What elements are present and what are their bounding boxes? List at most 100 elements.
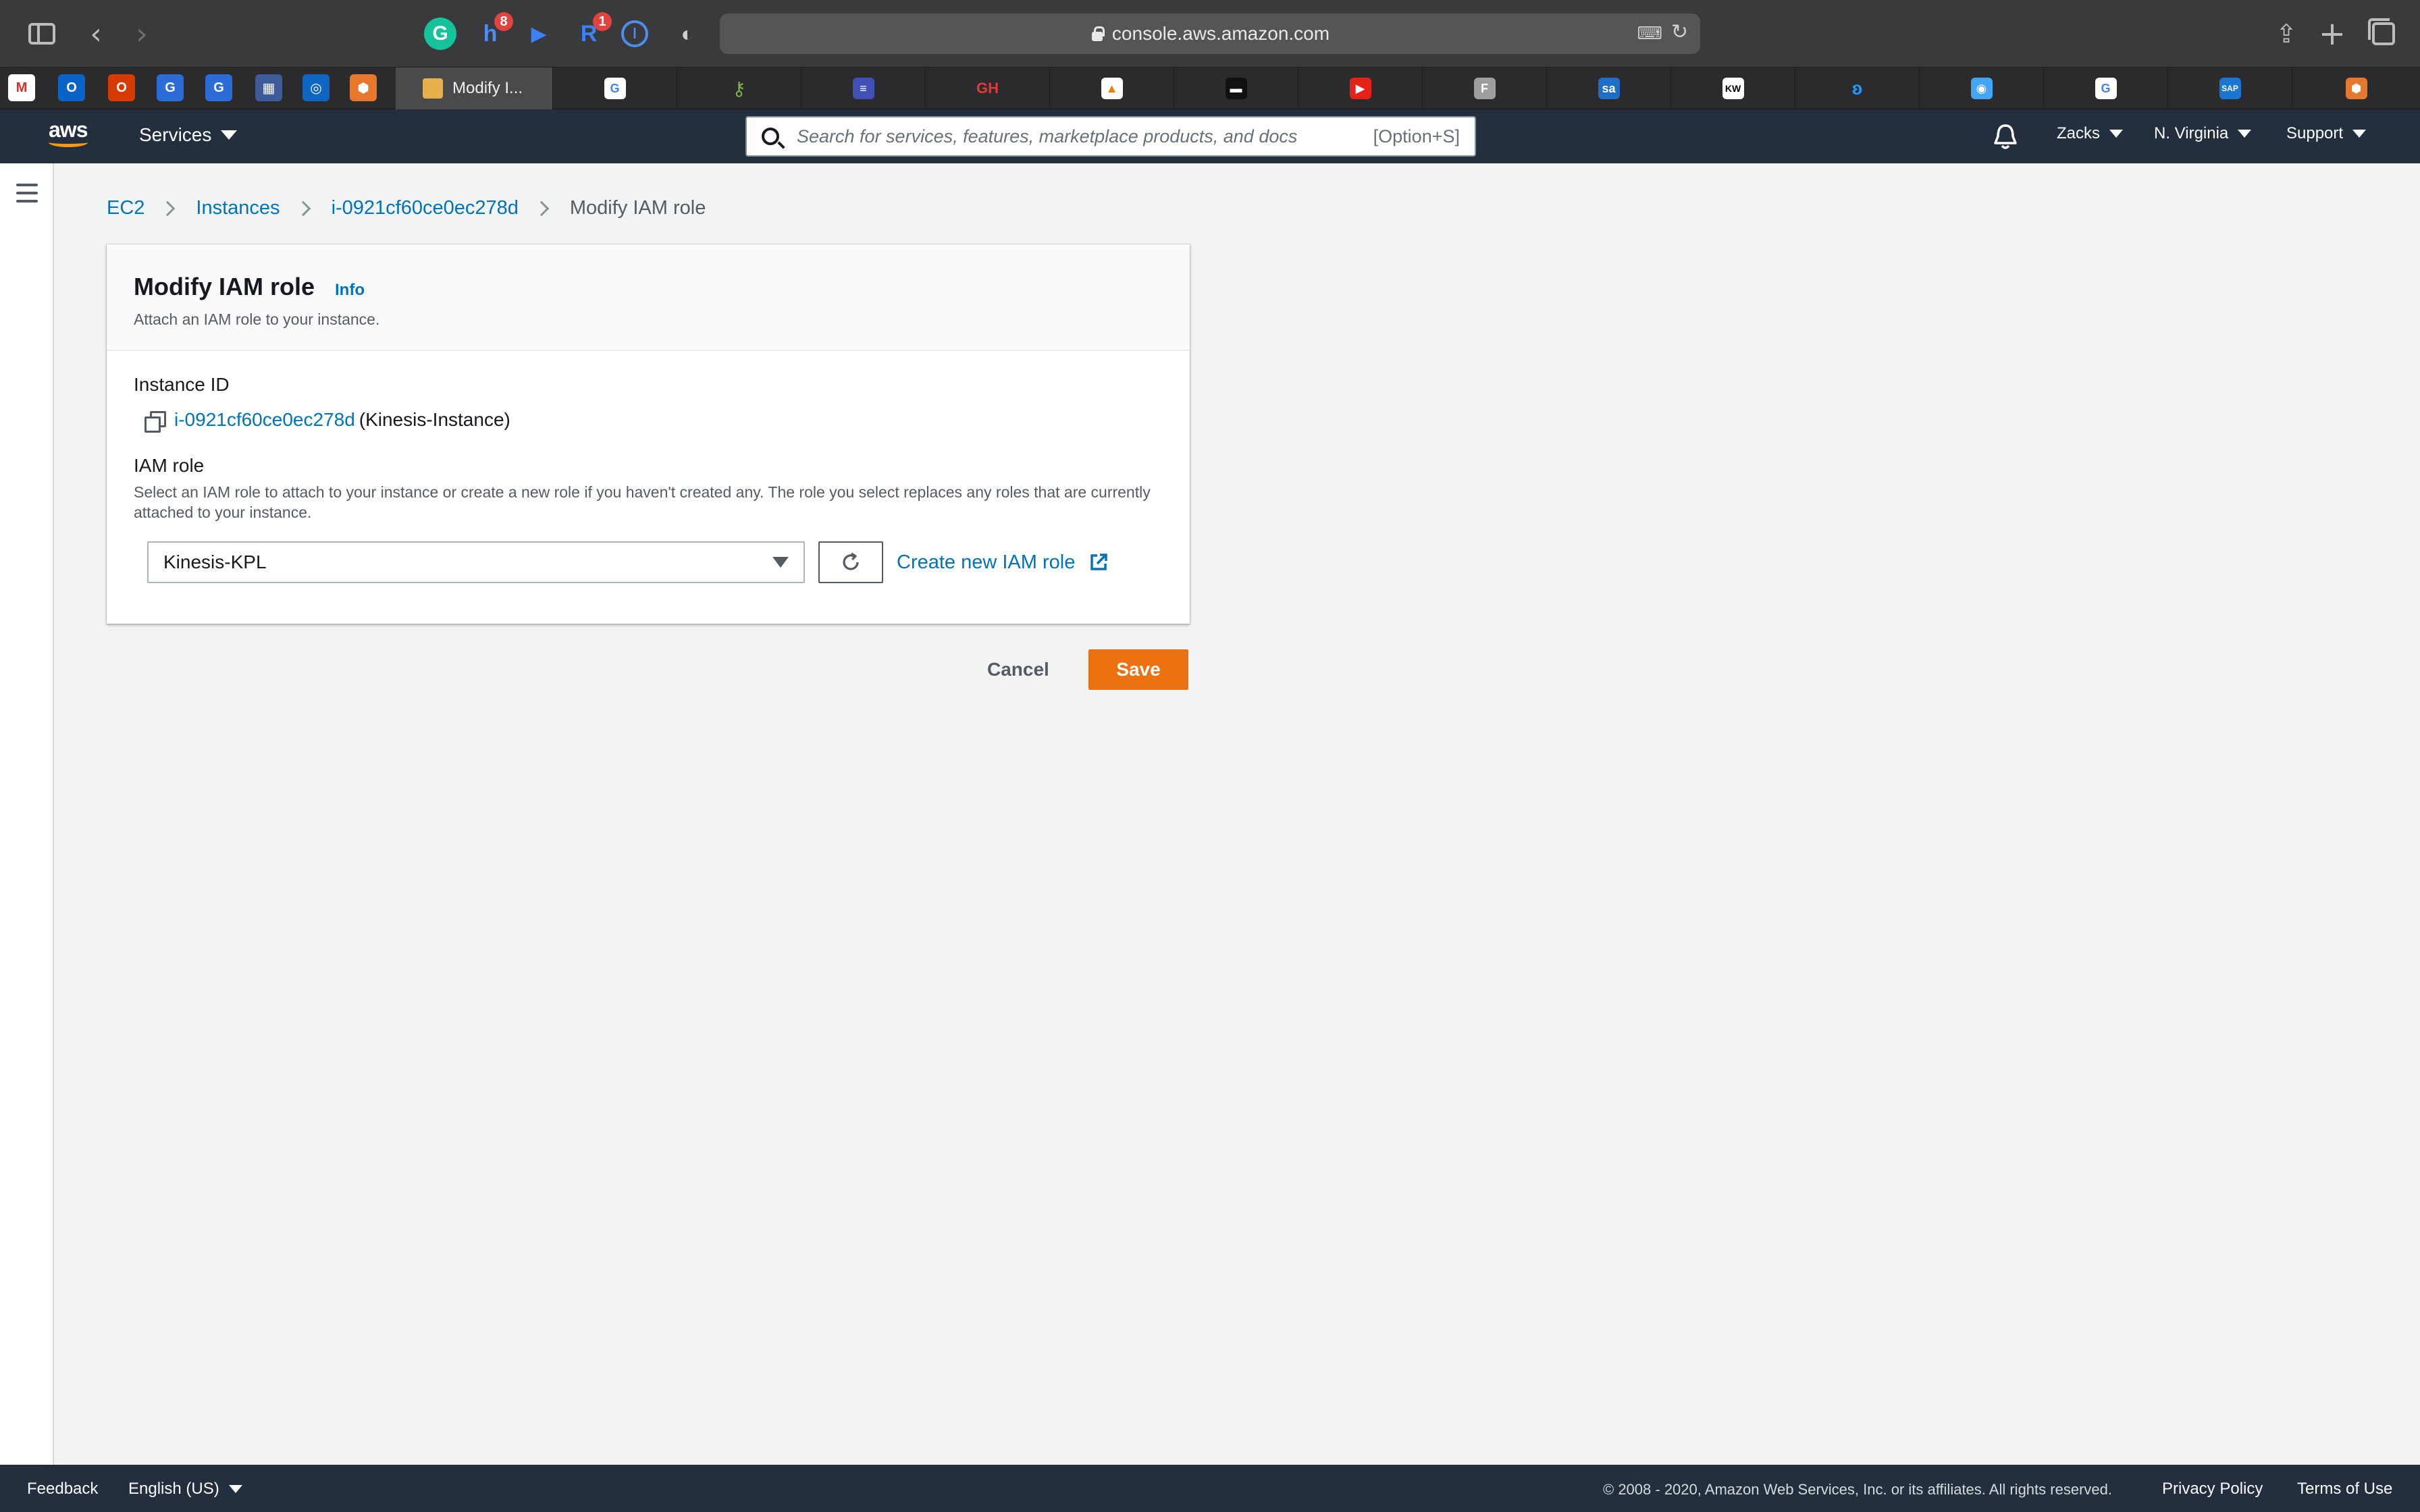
f-favicon-icon: F <box>1473 78 1496 99</box>
services-menu[interactable]: Services <box>139 124 238 146</box>
readwise-icon[interactable]: R1 <box>573 12 612 50</box>
caret-down-icon <box>228 1485 242 1493</box>
create-iam-role-label: Create new IAM role <box>897 551 1076 573</box>
iam-role-select[interactable]: Kinesis-KPL <box>147 541 805 583</box>
tab-f-site[interactable]: F <box>1422 68 1546 109</box>
back-icon[interactable]: ‹ <box>78 16 113 51</box>
instance-id-row: i-0921cf60ce0ec278d (Kinesis-Instance) <box>134 409 1163 433</box>
forward-icon[interactable]: › <box>124 16 159 51</box>
feedback-link[interactable]: Feedback <box>27 1480 98 1498</box>
privacy-policy-link[interactable]: Privacy Policy <box>2162 1480 2263 1498</box>
honey-icon[interactable]: h8 <box>474 12 513 50</box>
aws-logo[interactable]: aws <box>49 119 96 154</box>
aws-favicon-icon <box>423 78 443 99</box>
aws-logo-text: aws <box>49 117 88 142</box>
breadcrumb-current: Modify IAM role <box>569 197 706 219</box>
url-text: console.aws.amazon.com <box>1111 23 1330 44</box>
tab-blue-logo[interactable]: ʚ <box>1795 68 1919 109</box>
terms-of-use-link[interactable]: Terms of Use <box>2297 1480 2392 1498</box>
aws-favicon-icon: ⬢ <box>2345 78 2367 99</box>
site-favicon-icon: ʚ <box>1851 78 1863 99</box>
gmail-pinned-tab[interactable]: M <box>8 74 35 101</box>
google-favicon-icon: G <box>604 78 626 99</box>
tab-keys[interactable]: ⚷ <box>677 68 801 109</box>
side-navigation-rail <box>0 163 54 1465</box>
tab-strip: M O O G G ▦ ◎ ⬢ Modify I... G ⚷ ≡ GH ▲ ▬… <box>0 68 2420 109</box>
tab-dark-site[interactable]: ▬ <box>1174 68 1298 109</box>
search-input[interactable] <box>797 126 1367 147</box>
breadcrumb-instance-id[interactable]: i-0921cf60ce0ec278d <box>332 197 519 219</box>
onepassword-icon[interactable]: ǀ <box>621 20 648 47</box>
language-selector[interactable]: English (US) <box>128 1480 242 1498</box>
hamburger-menu-icon[interactable] <box>16 184 38 202</box>
create-iam-role-link[interactable]: Create new IAM role <box>897 551 1109 574</box>
sidebar-toggle-icon[interactable] <box>24 16 59 51</box>
tab-blue-site[interactable]: ≡ <box>801 68 925 109</box>
reload-icon[interactable]: ↻ <box>1671 20 1688 44</box>
cancel-button[interactable]: Cancel <box>972 649 1064 690</box>
play-extension-icon[interactable]: ▶ <box>523 18 555 50</box>
instance-name: (Kinesis-Instance) <box>359 409 510 430</box>
copy-icon[interactable] <box>144 411 166 433</box>
translate-pinned-tab-2[interactable]: G <box>205 74 232 101</box>
site-favicon-icon: ◉ <box>1970 78 1993 99</box>
search-box[interactable]: [Option+S] <box>745 116 1476 157</box>
refresh-icon <box>843 552 859 570</box>
account-label: Zacks <box>2057 124 2101 142</box>
translate-pinned-tab[interactable]: G <box>157 74 184 101</box>
chevron-right-icon <box>533 200 550 216</box>
instance-id-link[interactable]: i-0921cf60ce0ec278d <box>174 409 355 431</box>
tab-gh[interactable]: GH <box>925 68 1049 109</box>
tab-sap[interactable]: SAP <box>2167 68 2292 109</box>
breadcrumb: EC2 Instances i-0921cf60ce0ec278d Modify… <box>107 197 706 219</box>
sa-favicon-icon: sa <box>1598 78 1620 99</box>
translate-icon[interactable]: ⌨ <box>1637 23 1662 44</box>
grammarly-icon[interactable]: G <box>424 18 456 50</box>
active-tab-title: Modify I... <box>452 79 523 97</box>
privacy-shield-icon[interactable]: ◐ <box>671 18 704 50</box>
outlook-pinned-tab[interactable]: O <box>58 74 85 101</box>
lock-icon <box>1090 26 1105 41</box>
services-label: Services <box>139 124 212 145</box>
fire-favicon-icon: ▲ <box>1101 78 1123 99</box>
active-tab[interactable]: Modify I... <box>396 68 552 109</box>
tab-fire[interactable]: ▲ <box>1049 68 1174 109</box>
tab-aws-2[interactable]: ⬢ <box>2292 68 2420 109</box>
breadcrumb-ec2[interactable]: EC2 <box>107 197 144 219</box>
gh-favicon-icon: GH <box>976 80 999 97</box>
console-footer: Feedback English (US) © 2008 - 2020, Ama… <box>0 1465 2420 1512</box>
tab-overview-icon[interactable] <box>2366 16 2401 51</box>
caret-down-icon <box>221 130 238 140</box>
caret-down-icon <box>2352 130 2367 138</box>
save-button[interactable]: Save <box>1088 649 1188 690</box>
tab-google[interactable]: G <box>552 68 677 109</box>
share-icon[interactable]: ⇪ <box>2269 16 2304 51</box>
tab-sa-site[interactable]: sa <box>1546 68 1671 109</box>
notifications-bell-icon[interactable] <box>1992 122 2019 151</box>
tab-google-2[interactable]: G <box>2043 68 2167 109</box>
office-pinned-tab[interactable]: O <box>108 74 135 101</box>
selected-role-value: Kinesis-KPL <box>163 551 267 572</box>
calendar-pinned-tab[interactable]: ▦ <box>255 74 282 101</box>
tab-map-site[interactable]: ◉ <box>1919 68 2043 109</box>
account-menu[interactable]: Zacks <box>2057 124 2124 143</box>
notification-badge: 1 <box>593 12 612 31</box>
caret-down-icon <box>772 557 789 568</box>
new-tab-icon[interactable]: + <box>2315 15 2350 53</box>
caret-down-icon <box>2109 130 2124 138</box>
kw-favicon-icon: KW <box>1722 78 1744 99</box>
breadcrumb-instances[interactable]: Instances <box>196 197 280 219</box>
support-menu[interactable]: Support <box>2286 124 2367 143</box>
app-pinned-tab[interactable]: ◎ <box>302 74 330 101</box>
aws-console-header: aws Services [Option+S] Zacks N. Virgini… <box>0 109 2420 163</box>
page-title: Modify IAM role <box>134 273 315 300</box>
tab-youtube[interactable]: ▶ <box>1298 68 1422 109</box>
tab-kw-site[interactable]: KW <box>1671 68 1795 109</box>
address-bar[interactable]: console.aws.amazon.com ⌨ ↻ <box>720 14 1700 54</box>
site-favicon-icon: ▬ <box>1225 78 1247 99</box>
refresh-roles-button[interactable] <box>818 541 883 583</box>
region-menu[interactable]: N. Virginia <box>2154 124 2252 143</box>
aws-pinned-tab[interactable]: ⬢ <box>350 74 377 101</box>
info-link[interactable]: Info <box>335 281 365 300</box>
panel-header: Modify IAM role Info Attach an IAM role … <box>107 244 1190 351</box>
